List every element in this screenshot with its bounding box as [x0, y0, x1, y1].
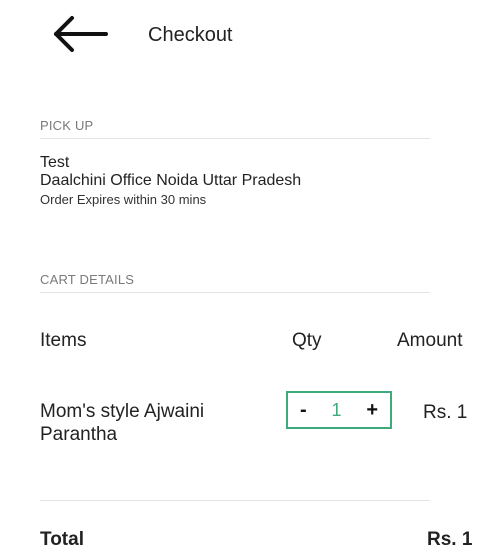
page-title: Checkout — [148, 24, 233, 46]
pickup-section-label: PICK UP — [40, 118, 94, 133]
increment-button[interactable]: + — [366, 400, 378, 420]
total-divider — [40, 500, 430, 501]
pickup-section-divider — [40, 138, 430, 139]
total-label: Total — [40, 529, 84, 550]
quantity-stepper: - 1 + — [286, 391, 392, 429]
pickup-address: Daalchini Office Noida Uttar Pradesh — [40, 172, 302, 189]
back-button[interactable] — [50, 14, 114, 58]
order-expiry-text: Order Expires within 30 mins — [40, 192, 207, 207]
quantity-value: 1 — [331, 399, 342, 420]
decrement-button[interactable]: - — [300, 400, 307, 420]
arrow-left-icon — [54, 16, 108, 52]
qty-column-header: Qty — [292, 330, 322, 351]
cart-item-amount: Rs. 1 — [423, 402, 468, 423]
cart-item-name: Mom's style Ajwaini Parantha — [40, 401, 205, 445]
items-column-header: Items — [40, 330, 87, 351]
pickup-name: Test — [40, 154, 70, 171]
cart-section-divider — [40, 292, 430, 293]
cart-section-label: CART DETAILS — [40, 272, 135, 287]
total-amount: Rs. 1 — [427, 529, 473, 550]
amount-column-header: Amount — [397, 330, 463, 351]
